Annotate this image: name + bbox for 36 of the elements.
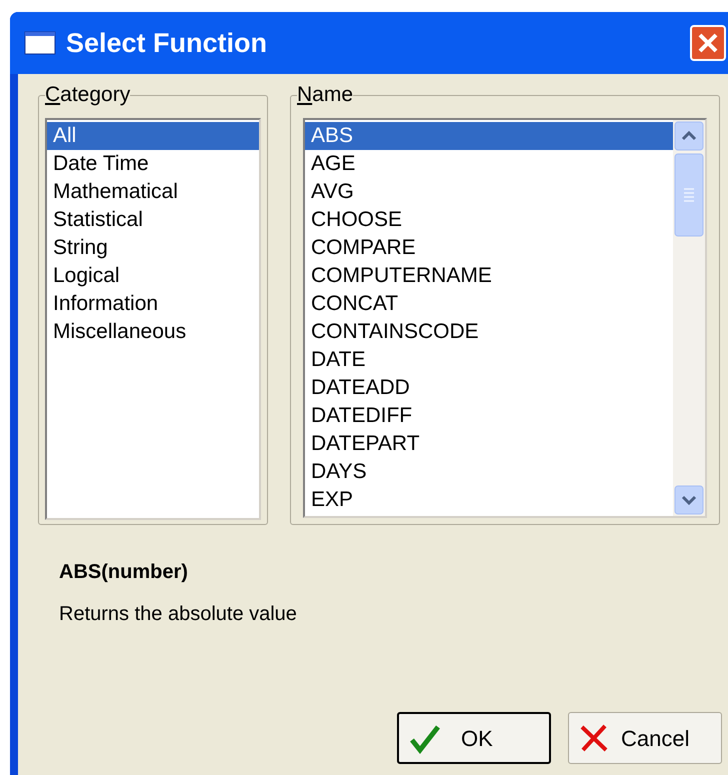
list-item[interactable]: Miscellaneous: [47, 318, 259, 346]
scroll-down-icon[interactable]: [674, 485, 704, 515]
list-item[interactable]: DATE: [305, 346, 673, 374]
group-label: Category: [45, 83, 130, 107]
list-item[interactable]: String: [47, 234, 259, 262]
list-item[interactable]: Statistical: [47, 206, 259, 234]
list-item[interactable]: DAYS: [305, 458, 673, 486]
list-item[interactable]: ABS: [305, 122, 673, 150]
ok-button[interactable]: OK: [397, 712, 551, 764]
cross-icon: [579, 723, 609, 753]
list-item[interactable]: Mathematical: [47, 178, 259, 206]
list-item[interactable]: EXP: [305, 486, 673, 514]
list-item[interactable]: AVG: [305, 178, 673, 206]
list-item[interactable]: Information: [47, 290, 259, 318]
list-item[interactable]: DATEPART: [305, 430, 673, 458]
scrollbar[interactable]: [673, 120, 705, 516]
list-item[interactable]: Logical: [47, 262, 259, 290]
list-item[interactable]: DATEADD: [305, 374, 673, 402]
list-item[interactable]: CHOOSE: [305, 206, 673, 234]
list-item[interactable]: Date Time: [47, 150, 259, 178]
list-item[interactable]: CONTAINSCODE: [305, 318, 673, 346]
list-item[interactable]: AGE: [305, 150, 673, 178]
close-button[interactable]: [690, 25, 726, 61]
cancel-button[interactable]: Cancel: [568, 712, 722, 764]
window-title: Select Function: [66, 26, 268, 60]
list-item[interactable]: COMPUTERNAME: [305, 262, 673, 290]
scroll-thumb-icon[interactable]: [674, 153, 704, 237]
list-item[interactable]: CONCAT: [305, 290, 673, 318]
close-icon: [697, 32, 719, 54]
scroll-up-icon[interactable]: [674, 121, 704, 151]
list-item[interactable]: All: [47, 122, 259, 150]
function-description: Returns the absolute value: [59, 602, 298, 627]
list-item[interactable]: COMPARE: [305, 234, 673, 262]
list-item[interactable]: DATEDIFF: [305, 402, 673, 430]
window-icon: [24, 31, 56, 55]
function-signature: ABS(number): [59, 560, 189, 585]
